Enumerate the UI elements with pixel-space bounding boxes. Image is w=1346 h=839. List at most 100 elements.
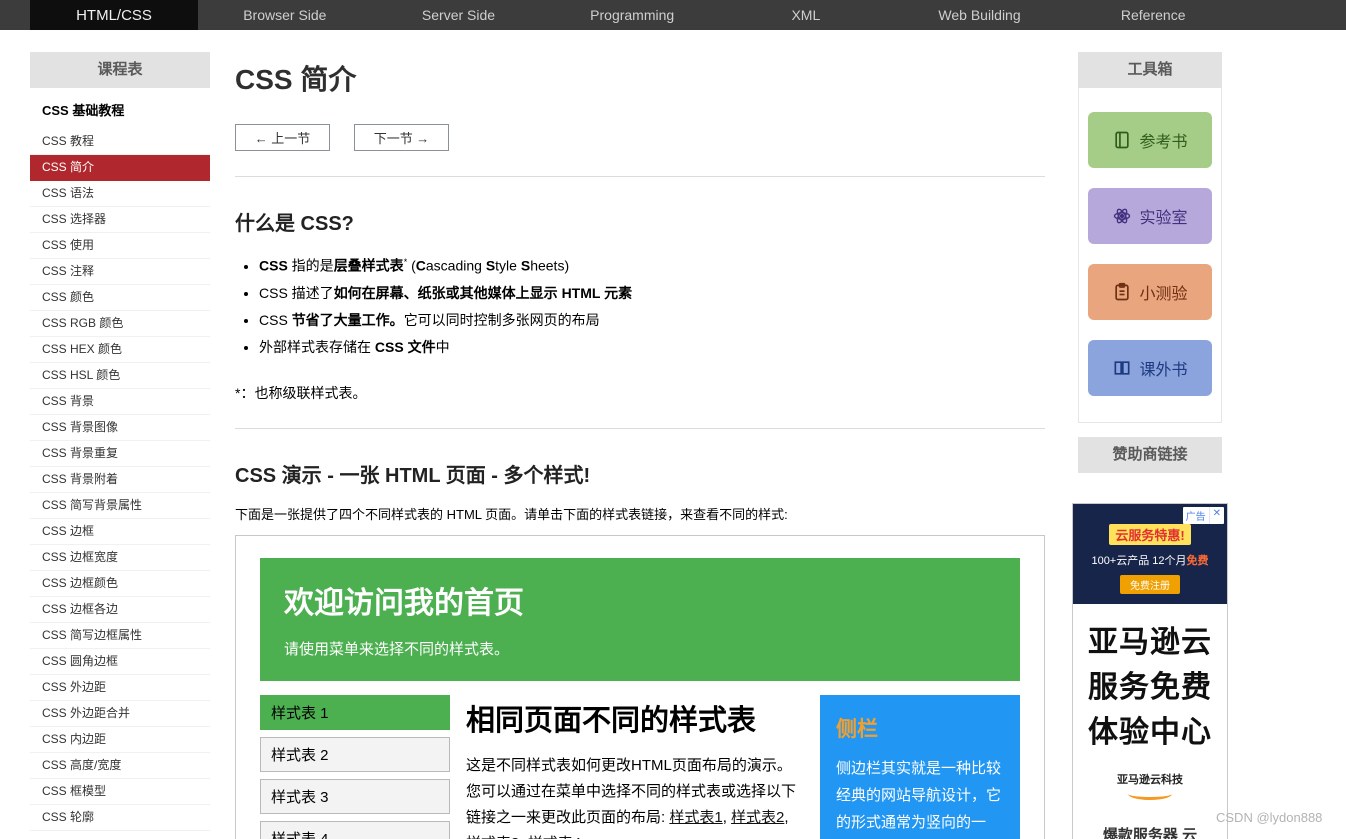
what-is-css-heading: 什么是 CSS?	[235, 207, 1045, 236]
ad-signup-button[interactable]: 免费注册	[1120, 575, 1180, 594]
sponsor-ad[interactable]: 广告 ✕ 云服务特惠! 100+云产品 12个月免费 免费注册 亚马逊云服务免费…	[1072, 503, 1228, 839]
ad-close-icon[interactable]: ✕	[1209, 507, 1224, 524]
course-item[interactable]: CSS 使用	[30, 233, 210, 259]
page: HTML/CSSBrowser SideServer SideProgrammi…	[0, 0, 1346, 839]
tool-button-label: 实验室	[1139, 204, 1187, 228]
nav-tab-html-css[interactable]: HTML/CSS	[30, 0, 198, 30]
ad-tag: 广告 ✕	[1183, 507, 1224, 524]
course-item[interactable]: CSS 边框颜色	[30, 571, 210, 597]
course-item[interactable]: CSS 简介	[30, 155, 210, 181]
demo-banner-title: 欢迎访问我的首页	[284, 578, 996, 622]
course-item[interactable]: CSS 内边距	[30, 727, 210, 753]
css-demo-heading: CSS 演示 - 一张 HTML 页面 - 多个样式!	[235, 459, 1045, 488]
stylesheet-menu: 样式表 1样式表 2样式表 3样式表 4无样式表	[260, 695, 450, 839]
reference-book-button[interactable]: 参考书	[1088, 112, 1212, 168]
course-item[interactable]: CSS 背景图像	[30, 415, 210, 441]
course-item[interactable]: CSS 边框各边	[30, 597, 210, 623]
course-list: CSS 教程CSS 简介CSS 语法CSS 选择器CSS 使用CSS 注释CSS…	[30, 129, 210, 831]
course-item[interactable]: CSS 圆角边框	[30, 649, 210, 675]
nav-tab-xml[interactable]: XML	[719, 0, 893, 30]
nav-tab-reference[interactable]: Reference	[1066, 0, 1240, 30]
right-column: 工具箱 参考书实验室小测验课外书 赞助商链接 广告 ✕ 云服务特惠! 100+云…	[1078, 52, 1222, 839]
course-item[interactable]: CSS 颜色	[30, 285, 210, 311]
footnote: *：也称级联样式表。	[235, 383, 1045, 403]
demo-intro-text: 下面是一张提供了四个不同样式表的 HTML 页面。请单击下面的样式表链接，来查看…	[235, 504, 1045, 523]
stylesheet-menu-item[interactable]: 样式表 2	[260, 737, 450, 772]
toolbox-buttons: 参考书实验室小测验课外书	[1078, 88, 1222, 423]
amazon-smile-icon	[1128, 788, 1172, 800]
course-item[interactable]: CSS HSL 颜色	[30, 363, 210, 389]
ad-banner-bottom: 亚马逊云服务免费体验中心 亚马逊云科技 爆款服务器 云	[1073, 604, 1227, 839]
css-facts-list: CSS 指的是层叠样式表* (Cascading Style Sheets)CS…	[259, 252, 1045, 357]
css-demo-frame: 欢迎访问我的首页 请使用菜单来选择不同的样式表。 样式表 1 样式表 2 样式表 3…	[235, 535, 1045, 839]
course-item[interactable]: CSS 边框	[30, 519, 210, 545]
stylesheet-menu-item[interactable]: 样式表 3	[260, 779, 450, 814]
course-item[interactable]: CSS 背景重复	[30, 441, 210, 467]
nav-tab-server-side[interactable]: Server Side	[372, 0, 546, 30]
page-title: CSS 简介	[235, 58, 1045, 98]
course-item[interactable]: CSS 外边距	[30, 675, 210, 701]
stylesheet-link[interactable]: 样式表1	[669, 809, 722, 826]
lab-button[interactable]: 实验室	[1088, 188, 1212, 244]
demo-banner-subtitle: 请使用菜单来选择不同的样式表。	[284, 638, 996, 659]
course-sidebar-title: 课程表	[30, 52, 210, 88]
course-item[interactable]: CSS 背景	[30, 389, 210, 415]
quiz-button[interactable]: 小测验	[1088, 264, 1212, 320]
ad-headline-line: 亚马逊云	[1079, 620, 1221, 665]
demo-banner: 欢迎访问我的首页 请使用菜单来选择不同的样式表。	[260, 558, 1020, 681]
fact-item: 外部样式表存储在 CSS 文件中	[259, 337, 1045, 357]
course-item[interactable]: CSS 外边距合并	[30, 701, 210, 727]
tool-button-label: 参考书	[1139, 128, 1187, 152]
prev-section-button[interactable]: ← 上一节	[235, 124, 330, 151]
nav-tab-web-building[interactable]: Web Building	[893, 0, 1067, 30]
divider	[235, 428, 1045, 429]
course-item[interactable]: CSS 轮廓	[30, 805, 210, 831]
demo-sidebar: 侧栏 侧边栏其实就是一种比较经典的网站导航设计，它的形式通常为竖向的一列，展示在…	[820, 695, 1020, 839]
tool-button-label: 小测验	[1139, 280, 1187, 304]
ad-bottom-text: 爆款服务器 云	[1079, 824, 1221, 839]
section-nav: ← 上一节 下一节 →	[235, 124, 1045, 151]
course-item[interactable]: CSS 背景附着	[30, 467, 210, 493]
ad-brand-name: 亚马逊云科技	[1079, 771, 1221, 787]
course-item[interactable]: CSS 教程	[30, 129, 210, 155]
top-nav-tabs: HTML/CSSBrowser SideServer SideProgrammi…	[0, 0, 1240, 30]
course-item[interactable]: CSS 高度/宽度	[30, 753, 210, 779]
ad-promo-text: 云服务特惠!	[1109, 524, 1190, 545]
extra-book-icon	[1112, 358, 1132, 378]
course-item[interactable]: CSS 语法	[30, 181, 210, 207]
stylesheet-menu-item[interactable]: 样式表 1	[260, 695, 450, 730]
fact-item: CSS 描述了如何在屏幕、纸张或其他媒体上显示 HTML 元素	[259, 283, 1045, 303]
course-section-title: CSS 基础教程	[30, 88, 210, 129]
ad-tag-label: 广告	[1183, 507, 1209, 524]
tool-button-label: 课外书	[1139, 356, 1187, 380]
lab-atom-icon	[1112, 206, 1132, 226]
demo-article: 相同页面不同的样式表 这是不同样式表如何更改HTML页面布局的演示。您可以通过在…	[466, 695, 804, 839]
quiz-clipboard-icon	[1112, 282, 1132, 302]
next-section-button[interactable]: 下一节 →	[354, 124, 449, 151]
top-nav: HTML/CSSBrowser SideServer SideProgrammi…	[0, 0, 1346, 30]
course-item[interactable]: CSS 边框宽度	[30, 545, 210, 571]
stylesheet-link[interactable]: 样式表3	[466, 835, 519, 839]
course-item[interactable]: CSS 选择器	[30, 207, 210, 233]
extra-book-button[interactable]: 课外书	[1088, 340, 1212, 396]
demo-sidebar-title: 侧栏	[836, 713, 1004, 743]
stylesheet-link[interactable]: 样式表2	[731, 809, 784, 826]
course-item[interactable]: CSS RGB 颜色	[30, 311, 210, 337]
main-content: CSS 简介 ← 上一节 下一节 → 什么是 CSS? CSS 指的是层叠样式表…	[235, 52, 1045, 839]
fact-item: CSS 节省了大量工作。它可以同时控制多张网页的布局	[259, 310, 1045, 330]
toolbox-title: 工具箱	[1078, 52, 1222, 88]
nav-tab-programming[interactable]: Programming	[545, 0, 719, 30]
course-item[interactable]: CSS 简写边框属性	[30, 623, 210, 649]
ad-headline-line: 服务免费	[1079, 665, 1221, 710]
stylesheet-menu-item[interactable]: 样式表 4	[260, 821, 450, 839]
course-item[interactable]: CSS 注释	[30, 259, 210, 285]
course-item[interactable]: CSS HEX 颜色	[30, 337, 210, 363]
course-item[interactable]: CSS 框模型	[30, 779, 210, 805]
course-item[interactable]: CSS 简写背景属性	[30, 493, 210, 519]
stylesheet-link[interactable]: 样式表4	[528, 835, 581, 839]
demo-article-title: 相同页面不同的样式表	[466, 697, 804, 739]
demo-columns: 样式表 1样式表 2样式表 3样式表 4无样式表 相同页面不同的样式表 这是不同…	[260, 695, 1020, 839]
divider	[235, 176, 1045, 177]
course-sidebar: 课程表 CSS 基础教程 CSS 教程CSS 简介CSS 语法CSS 选择器CS…	[30, 52, 210, 831]
nav-tab-browser-side[interactable]: Browser Side	[198, 0, 372, 30]
